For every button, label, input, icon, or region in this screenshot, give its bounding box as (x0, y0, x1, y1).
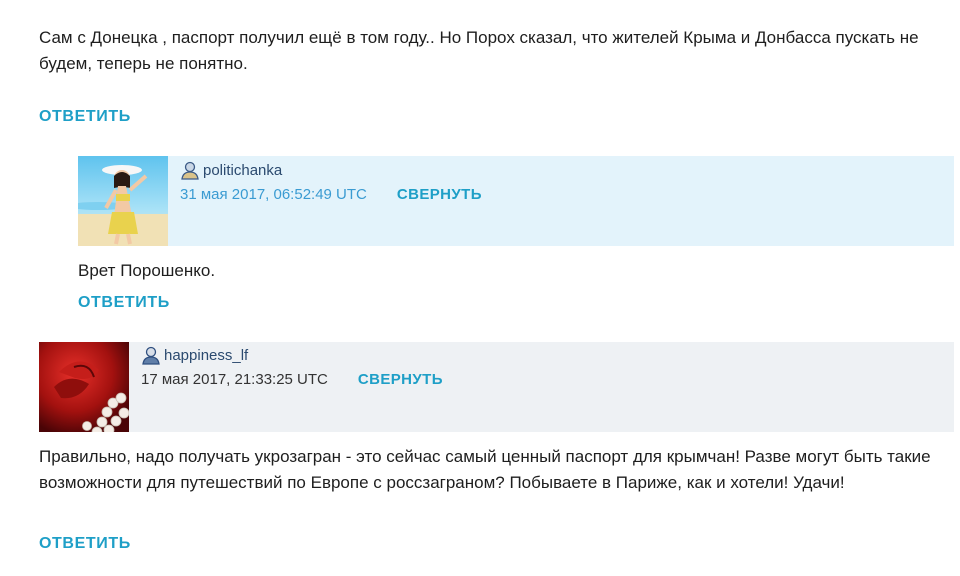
avatar[interactable] (39, 342, 129, 432)
timestamp[interactable]: 17 мая 2017, 21:33:25 UTC (141, 371, 328, 388)
username-link[interactable]: happiness_lf (164, 347, 248, 364)
comment-text: Врет Порошенко. (78, 261, 216, 280)
username-link[interactable]: politichanka (203, 162, 282, 179)
reply-button[interactable]: ОТВЕТИТЬ (39, 535, 131, 553)
avatar-rose-pearls-icon (39, 342, 129, 432)
collapse-button[interactable]: СВЕРНУТЬ (358, 371, 443, 388)
avatar-beach-woman-icon (78, 156, 168, 246)
timestamp[interactable]: 31 мая 2017, 06:52:49 UTC (180, 186, 367, 203)
avatar[interactable] (78, 156, 168, 246)
reply-button[interactable]: ОТВЕТИТЬ (39, 108, 131, 126)
author: happiness_lf (141, 345, 443, 365)
collapse-button[interactable]: СВЕРНУТЬ (397, 186, 482, 203)
comment-text: Правильно, надо получать укрозагран - эт… (39, 447, 931, 492)
comment-header: politichanka 31 мая 2017, 06:52:49 UTC С… (78, 156, 954, 246)
user-profile-icon (180, 160, 200, 180)
reply-button[interactable]: ОТВЕТИТЬ (78, 294, 170, 312)
comment-header: happiness_lf 17 мая 2017, 21:33:25 UTC С… (39, 342, 954, 432)
user-profile-icon (141, 345, 161, 365)
author: politichanka (180, 160, 482, 180)
comment-text: Сам с Донецка , паспорт получил ещё в то… (39, 28, 919, 73)
